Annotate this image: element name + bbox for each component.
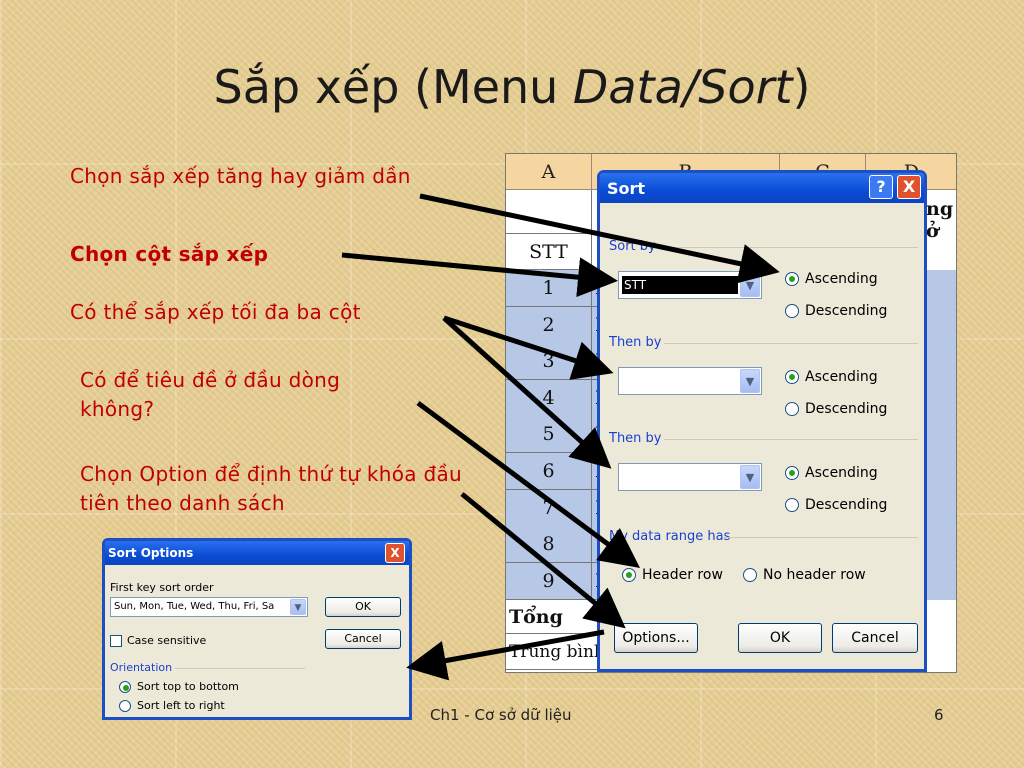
arrow-to-options-dialog xyxy=(406,629,605,681)
arrow-to-then-by-1 xyxy=(443,315,614,380)
page-number: 6 xyxy=(934,706,944,724)
arrow-to-options-button xyxy=(460,492,626,629)
arrow-to-ascending xyxy=(419,193,780,284)
callout-arrows xyxy=(341,193,780,681)
slide-footer: Ch1 - Cơ sở dữ liệu xyxy=(430,706,572,724)
arrow-to-sort-by xyxy=(341,252,618,298)
arrow-to-header-row xyxy=(416,400,641,568)
